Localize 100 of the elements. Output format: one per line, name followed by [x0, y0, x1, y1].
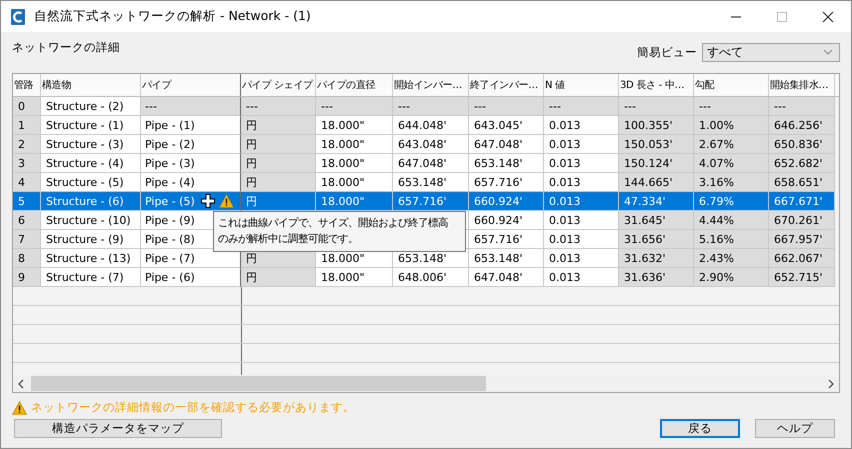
table-cell: 667.671'	[769, 192, 835, 211]
table-cell: ---	[241, 97, 316, 116]
table-cell: ---	[316, 97, 393, 116]
table-cell: ---	[619, 97, 694, 116]
table-cell: 144.665'	[619, 173, 694, 192]
table-cell: 8	[13, 249, 41, 268]
table-cell: 652.682'	[769, 154, 835, 173]
dialog-button[interactable]: ヘルプ	[755, 419, 835, 438]
column-header[interactable]: 開始集排水…	[769, 74, 835, 96]
table-cell: Structure - (5)	[41, 173, 141, 192]
table-cell: 648.006'	[393, 268, 469, 287]
tooltip: これは曲線パイプで、サイズ、開始および終了標高 のみが解析中に調整可能です。	[213, 211, 466, 252]
table-cell: 円	[241, 192, 316, 211]
table-cell: Structure - (6)	[41, 192, 141, 211]
table-cell: 2	[13, 135, 41, 154]
table-cell: 47.334'	[619, 192, 694, 211]
column-header[interactable]: 管路	[13, 74, 41, 96]
table-cell: 647.048'	[469, 135, 544, 154]
warning-message: ネットワークの詳細情報の一部を確認する必要があります。	[31, 400, 355, 415]
move-cursor-icon	[200, 194, 215, 208]
table-cell: 650.836'	[769, 135, 835, 154]
table-cell: Pipe - (8)	[145, 232, 195, 246]
table-cell: 660.924'	[469, 211, 544, 230]
table-cell: 644.048'	[393, 116, 469, 135]
table-cell: 9	[13, 268, 41, 287]
section-label: ネットワークの詳細	[12, 40, 121, 54]
app-logo-icon	[11, 8, 25, 24]
table-cell: 18.000"	[316, 173, 393, 192]
column-header[interactable]: 3D 長さ - 中…	[619, 74, 694, 96]
table-cell: Structure - (9)	[41, 230, 141, 249]
table-cell: 643.048'	[393, 135, 469, 154]
table-cell: Pipe - (1)	[145, 118, 195, 132]
view-label: 簡易ビュー	[637, 44, 697, 60]
table-cell: 0.013	[544, 268, 619, 287]
table-cell: 662.067'	[769, 249, 835, 268]
table-cell: 31.636'	[619, 268, 694, 287]
table-cell: 0.013	[544, 154, 619, 173]
table-cell: Pipe - (5)	[145, 194, 195, 208]
table-cell: Structure - (4)	[41, 154, 141, 173]
table-cell: Structure - (13)	[41, 249, 141, 268]
table-cell: 2.43%	[694, 249, 769, 268]
scroll-thumb[interactable]	[31, 376, 486, 391]
table-cell: 円	[241, 154, 316, 173]
table-cell: ---	[469, 97, 544, 116]
table-cell: Pipe - (4)	[145, 176, 195, 188]
table-cell: 1	[13, 116, 41, 135]
table-cell: 円	[241, 173, 316, 192]
table-cell: ---	[393, 97, 469, 116]
table-cell: 4.44%	[694, 211, 769, 230]
table-cell: ---	[694, 97, 769, 116]
view-dropdown[interactable]: すべて	[702, 42, 840, 62]
table-cell: 657.716'	[393, 192, 469, 211]
table-cell: 660.924'	[469, 192, 544, 211]
column-header[interactable]: 構造物	[41, 74, 141, 96]
table-cell: 0.013	[544, 211, 619, 230]
table-cell: 3.16%	[694, 173, 769, 192]
table-cell: 31.645'	[619, 211, 694, 230]
table-cell: 3	[13, 154, 41, 173]
table-cell: 6.79%	[694, 192, 769, 211]
table-cell: 100.355'	[619, 116, 694, 135]
table-cell: 653.148'	[393, 173, 469, 192]
table-cell: 653.148'	[469, 154, 544, 173]
column-header[interactable]: パイプの直径	[316, 74, 393, 96]
column-header[interactable]: パイプ シェイプ	[241, 74, 316, 96]
table-cell: Structure - (10)	[41, 211, 141, 230]
table-cell: 0.013	[544, 116, 619, 135]
column-header[interactable]: 終了インバー…	[469, 74, 544, 96]
table-cell: 657.716'	[469, 230, 544, 249]
table-cell: Pipe - (9)	[145, 214, 195, 226]
column-header[interactable]: 勾配	[694, 74, 769, 96]
table-cell: 652.715'	[769, 268, 835, 287]
table-cell: 7	[13, 230, 41, 249]
column-header[interactable]: N 値	[544, 74, 619, 96]
table-cell: 円	[241, 116, 316, 135]
column-header[interactable]: 開始インバー…	[393, 74, 469, 96]
close-icon[interactable]	[822, 10, 834, 22]
table-cell: Pipe - (2)	[145, 138, 195, 150]
table-cell: 667.957'	[769, 230, 835, 249]
table-cell: 670.261'	[769, 211, 835, 230]
table-cell: Pipe - (6)	[145, 270, 195, 284]
table-cell: 0	[13, 97, 41, 116]
window-title: 自然流下式ネットワークの解析 - Network - (1)	[34, 8, 312, 25]
table-cell: 31.632'	[619, 249, 694, 268]
table-cell: 18.000"	[316, 116, 393, 135]
table-cell: 18.000"	[316, 192, 393, 211]
warning-icon	[12, 400, 27, 414]
dialog-button[interactable]: 戻る	[660, 419, 740, 438]
table-cell: 646.256'	[769, 116, 835, 135]
table-cell: Pipe - (7)	[145, 252, 195, 264]
table-cell: 5	[13, 192, 41, 211]
table-cell: Structure - (2)	[41, 97, 141, 116]
table-cell: Pipe - (3)	[145, 156, 195, 170]
table-cell: 18.000"	[316, 268, 393, 287]
table-cell: 2.67%	[694, 135, 769, 154]
table-cell: 0.013	[544, 135, 619, 154]
table-cell: 4	[13, 173, 41, 192]
column-header[interactable]: パイプ	[141, 74, 241, 96]
chevron-down-icon[interactable]	[823, 49, 833, 55]
dialog-button[interactable]: 構造パラメータをマップ	[14, 419, 222, 438]
table-cell: 657.716'	[469, 173, 544, 192]
